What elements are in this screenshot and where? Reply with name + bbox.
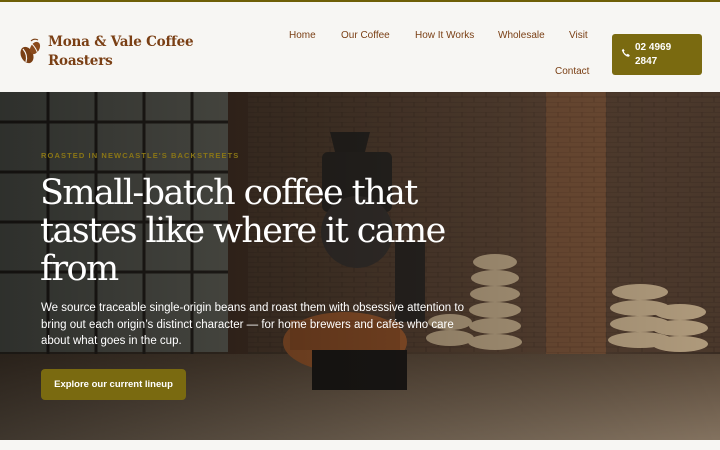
hero-description: We source traceable single-origin beans … — [41, 302, 464, 348]
hero-eyebrow: ROASTED IN NEWCASTLE'S BACKSTREETS — [41, 151, 240, 160]
hero-section: ROASTED IN NEWCASTLE'S BACKSTREETS Small… — [0, 92, 720, 440]
nav-how-it-works[interactable]: How It Works — [415, 30, 474, 41]
brand-name-line1: Mona & Vale Coffee — [48, 34, 194, 50]
explore-lineup-button[interactable]: Explore our current lineup — [41, 369, 186, 400]
nav-contact[interactable]: Contact — [555, 66, 589, 77]
hero-headline: Small-batch coffee that tastes like wher… — [40, 173, 446, 289]
coffee-beans-icon — [20, 38, 41, 64]
site-header: Mona & Vale Coffee Roasters Home Our Cof… — [0, 2, 720, 92]
nav-our-coffee[interactable]: Our Coffee — [341, 30, 390, 41]
brand-name-line2: Roasters — [48, 53, 113, 69]
phone-number-line2: 2847 — [635, 55, 658, 67]
brand-name: Mona & Vale Coffee Roasters — [48, 33, 194, 71]
phone-call-button[interactable]: 02 4969 2847 — [612, 34, 702, 75]
nav-wholesale[interactable]: Wholesale — [498, 30, 545, 41]
phone-number: 02 4969 2847 — [635, 41, 695, 68]
page-bottom-strip — [0, 440, 720, 450]
nav-home[interactable]: Home — [289, 30, 316, 41]
brand-logo[interactable]: Mona & Vale Coffee Roasters — [18, 33, 194, 71]
phone-icon — [621, 48, 630, 57]
phone-number-line1: 02 4969 — [635, 42, 672, 53]
nav-visit[interactable]: Visit — [569, 30, 588, 41]
